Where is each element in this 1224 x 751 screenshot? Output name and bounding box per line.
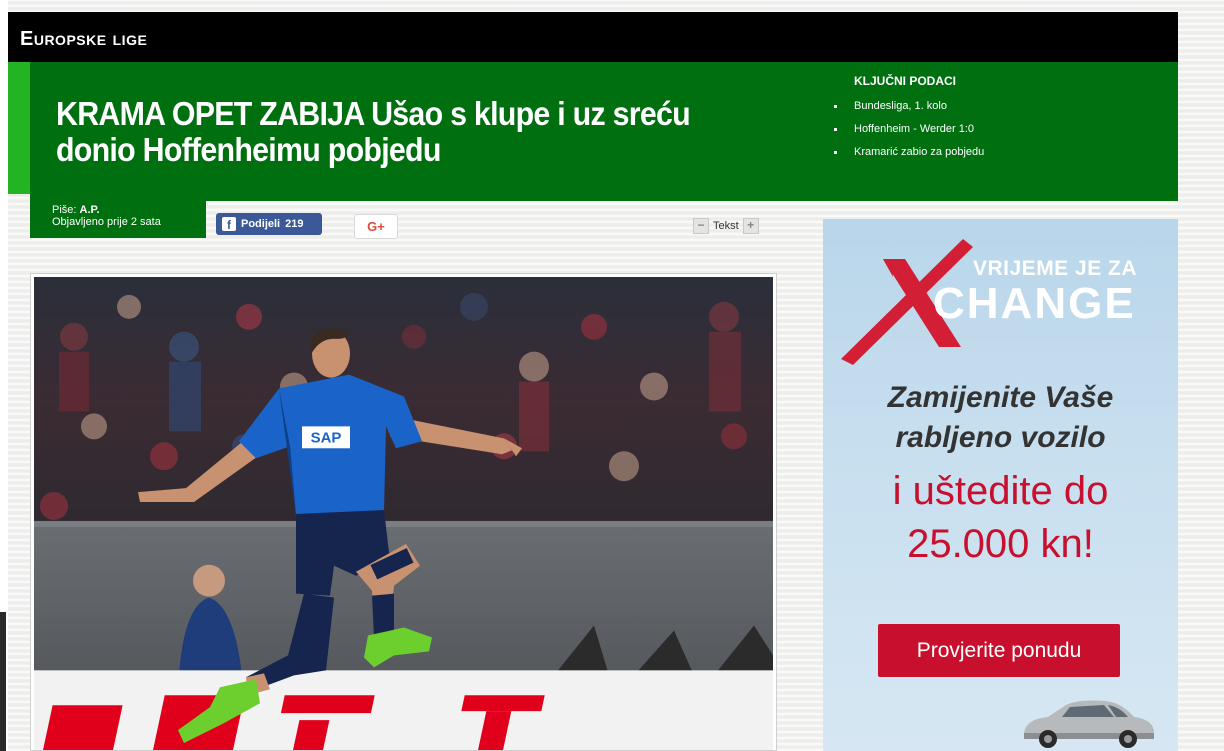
ad-copy-line: rabljeno vozilo: [895, 421, 1106, 454]
page-left-edge-dark: [0, 612, 6, 751]
key-facts-box: KLJUČNI PODACI Bundesliga, 1. kolo Hoffe…: [834, 74, 984, 164]
ad-offer-line: i uštedite do: [892, 469, 1109, 513]
text-decrease-button[interactable]: −: [693, 218, 709, 234]
google-plus-icon: G+: [367, 219, 385, 234]
header-accent-stripe: [8, 62, 30, 194]
jersey-sponsor-text: SAP: [311, 429, 342, 446]
car-icon: [1024, 700, 1154, 748]
google-plus-share-button[interactable]: G+: [354, 214, 398, 239]
article-image-frame: SAP: [30, 273, 777, 751]
key-fact-item: Kramarić zabio za pobjedu: [834, 141, 984, 164]
article-photo[interactable]: SAP: [34, 277, 773, 750]
facebook-icon: f: [222, 217, 236, 231]
facebook-share-label: Podijeli: [241, 218, 281, 230]
facebook-share-button[interactable]: f Podijeli 219: [216, 213, 322, 235]
article-headline: KRAMA OPET ZABIJA Ušao s klupe i uz sreć…: [56, 95, 691, 168]
key-fact-item: Bundesliga, 1. kolo: [834, 95, 984, 118]
key-facts-list: Bundesliga, 1. kolo Hoffenheim - Werder …: [834, 95, 984, 164]
author-label: Piše:: [52, 204, 77, 216]
ad-brand-main: CHANGE: [933, 279, 1136, 328]
key-fact-item: Hoffenheim - Werder 1:0: [834, 118, 984, 141]
key-facts-title: KLJUČNI PODACI: [854, 74, 957, 88]
author-line: Piše: A.P.: [52, 204, 206, 216]
section-title[interactable]: Europske lige: [20, 28, 147, 50]
text-size-control: − Tekst +: [693, 218, 759, 234]
ad-brand-top: VRIJEME JE ZA: [973, 257, 1138, 280]
facebook-share-count: 219: [285, 218, 304, 230]
advertisement-banner[interactable]: VRIJEME JE ZA CHANGE Zamijenite Vaše rab…: [823, 219, 1178, 751]
ad-offer-amount: 25.000 kn!: [907, 522, 1094, 566]
text-increase-button[interactable]: +: [742, 218, 759, 234]
text-size-label: Tekst: [713, 220, 739, 232]
author-name: A.P.: [79, 204, 100, 216]
ad-copy-line: Zamijenite Vaše: [887, 381, 1114, 414]
published-time: Objavljeno prije 2 sata: [52, 216, 161, 228]
ad-cta-button[interactable]: Provjerite ponudu: [878, 624, 1120, 677]
article-meta: Piše: A.P. Objavljeno prije 2 sata: [30, 201, 206, 238]
section-title-bar[interactable]: Europske lige: [8, 12, 1178, 62]
